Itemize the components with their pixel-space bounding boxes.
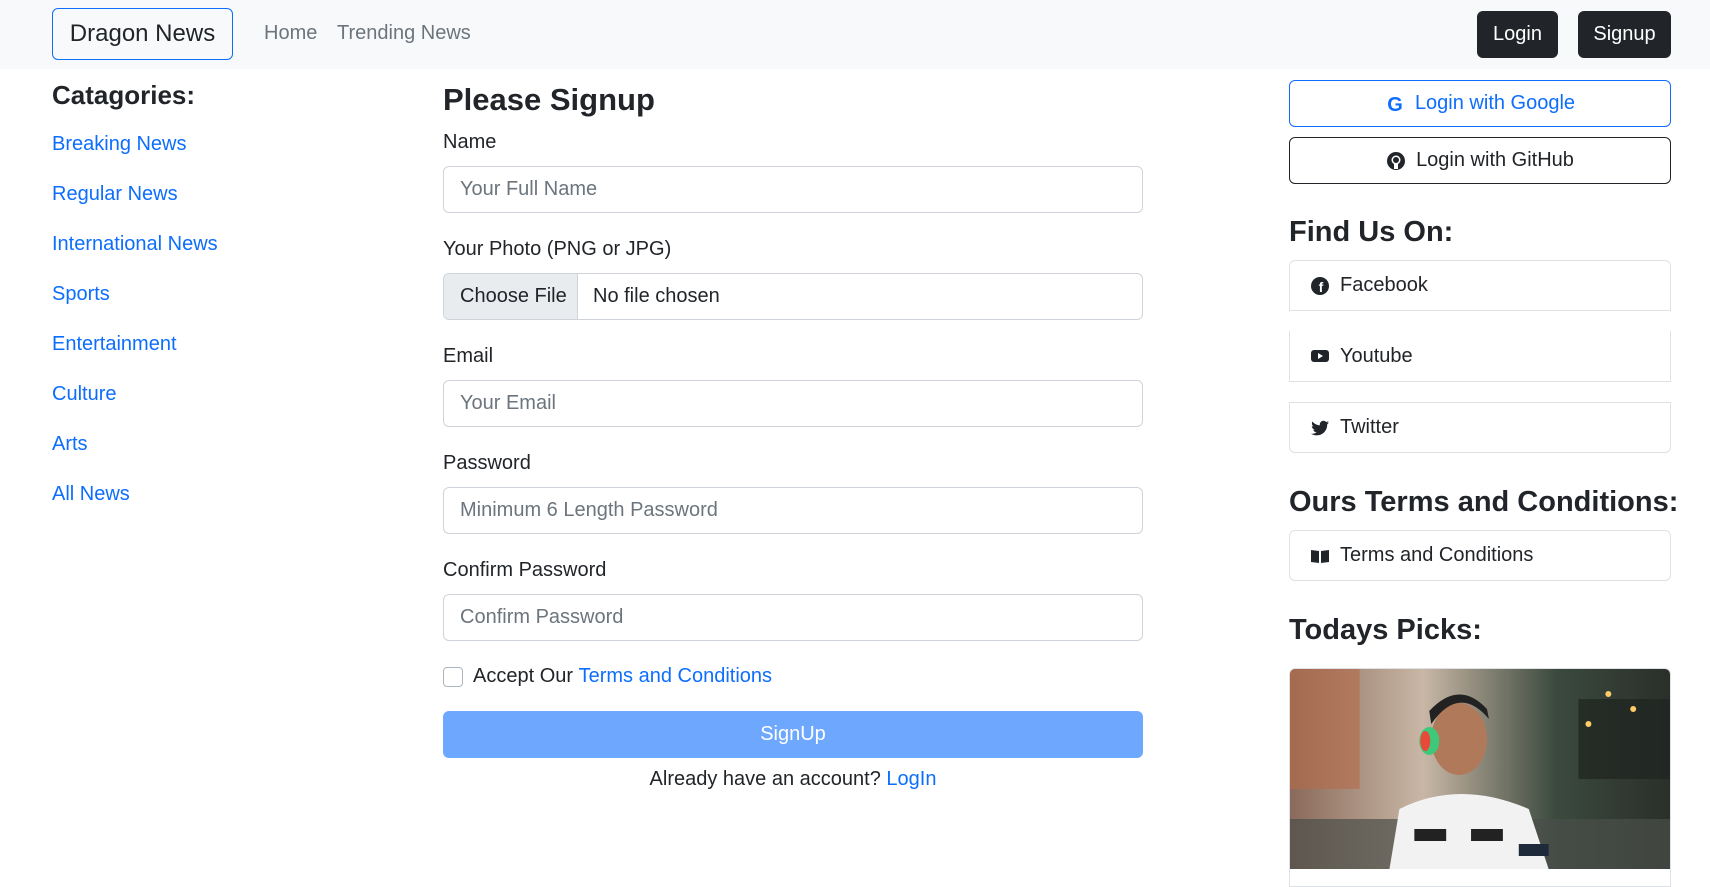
- todays-picks-image: [1290, 669, 1670, 869]
- social-youtube-label: Youtube: [1340, 344, 1413, 367]
- book-icon: [1310, 546, 1330, 566]
- terms-item-label: Terms and Conditions: [1340, 544, 1534, 566]
- nav-link-home[interactable]: Home: [264, 22, 317, 45]
- category-breaking-news[interactable]: Breaking News: [52, 133, 218, 183]
- email-label: Email: [443, 345, 494, 367]
- category-international-news[interactable]: International News: [52, 233, 218, 283]
- confirm-password-input[interactable]: [443, 594, 1143, 641]
- file-status: No file chosen: [593, 285, 720, 307]
- name-input[interactable]: [443, 166, 1143, 213]
- twitter-icon: [1310, 418, 1330, 438]
- password-input[interactable]: [443, 487, 1143, 534]
- facebook-icon: f: [1310, 276, 1330, 296]
- todays-picks-card[interactable]: [1289, 668, 1671, 887]
- social-twitter-label: Twitter: [1340, 416, 1399, 438]
- terms-item[interactable]: Terms and Conditions: [1289, 530, 1671, 581]
- login-link[interactable]: LogIn: [886, 768, 936, 790]
- navbar: Dragon News Home Trending News Login Sig…: [0, 0, 1710, 69]
- terms-link[interactable]: Terms and Conditions: [579, 665, 772, 688]
- password-label: Password: [443, 452, 531, 474]
- todays-picks-title: Todays Picks:: [1289, 614, 1482, 646]
- category-all-news[interactable]: All News: [52, 483, 218, 533]
- social-facebook-label: Facebook: [1340, 274, 1428, 296]
- terms-checkbox[interactable]: [443, 666, 463, 687]
- youtube-icon: [1310, 346, 1330, 366]
- nav-link-trending[interactable]: Trending News: [337, 22, 471, 45]
- svg-text:G: G: [1387, 94, 1403, 114]
- svg-text:f: f: [1319, 279, 1324, 295]
- category-sports[interactable]: Sports: [52, 283, 218, 333]
- brand-logo[interactable]: Dragon News: [52, 8, 233, 60]
- already-text: Already have an account?: [649, 768, 881, 790]
- photo-file-input[interactable]: Choose File No file chosen: [443, 273, 1143, 320]
- login-google-label: Login with Google: [1414, 92, 1576, 114]
- name-label: Name: [443, 131, 497, 153]
- terms-title: Ours Terms and Conditions:: [1289, 486, 1679, 518]
- login-github-label: Login with GitHub: [1416, 149, 1574, 171]
- login-google-button[interactable]: G Login with Google: [1289, 80, 1671, 127]
- accept-text: Accept Our: [473, 665, 574, 687]
- photo-label: Your Photo (PNG or JPG): [443, 238, 672, 260]
- category-culture[interactable]: Culture: [52, 383, 218, 433]
- find-us-title: Find Us On:: [1289, 216, 1454, 248]
- form-title: Please Signup: [443, 82, 655, 117]
- choose-file-button[interactable]: Choose File: [444, 274, 578, 319]
- category-regular-news[interactable]: Regular News: [52, 183, 218, 233]
- email-input[interactable]: [443, 380, 1143, 427]
- signup-submit-button[interactable]: SignUp: [443, 711, 1143, 758]
- social-youtube[interactable]: Youtube: [1289, 331, 1671, 382]
- login-button[interactable]: Login: [1477, 11, 1558, 58]
- categories-title: Catagories:: [52, 80, 196, 110]
- already-account-row: Already have an account? LogIn: [443, 768, 1143, 791]
- social-facebook[interactable]: f Facebook: [1289, 260, 1671, 311]
- google-icon: G: [1385, 94, 1405, 114]
- terms-checkbox-row: Accept Our Terms and Conditions: [443, 665, 772, 688]
- login-github-button[interactable]: Login with GitHub: [1289, 137, 1671, 184]
- confirm-password-label: Confirm Password: [443, 559, 607, 581]
- category-arts[interactable]: Arts: [52, 433, 218, 483]
- signup-button[interactable]: Signup: [1578, 11, 1671, 58]
- github-icon: [1386, 151, 1406, 171]
- category-entertainment[interactable]: Entertainment: [52, 333, 218, 383]
- categories-list: Breaking News Regular News International…: [52, 133, 218, 533]
- social-twitter[interactable]: Twitter: [1289, 402, 1671, 453]
